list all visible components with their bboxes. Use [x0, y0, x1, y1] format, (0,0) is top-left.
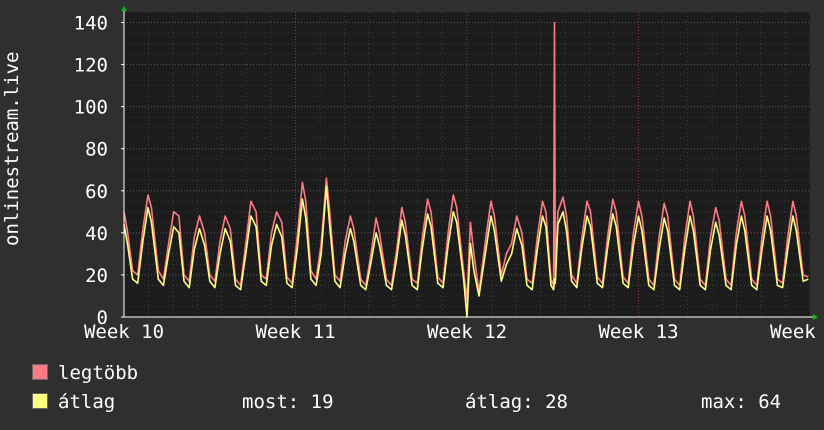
stat-now-label: most:: [242, 391, 300, 413]
y-axis-title: onlinestream.live: [1, 51, 23, 246]
stat-now-value: 19: [310, 391, 334, 413]
stat-avg-label: átlag:: [465, 391, 534, 413]
x-tick-label: Week 14: [770, 321, 824, 343]
y-tick-label: 120: [74, 55, 108, 77]
y-axis-arrow: [121, 6, 127, 11]
stat-avg-value: 28: [545, 391, 568, 413]
legend-label-avg: átlag: [58, 391, 116, 413]
x-tick-label: Week 11: [255, 321, 335, 343]
stat-max-value: 64: [758, 391, 782, 413]
legend-swatch-avg: [32, 393, 48, 409]
stat-avg: átlag: 28: [465, 391, 568, 413]
legend-item-avg: átlag: [32, 391, 115, 413]
y-tick-label: 20: [85, 265, 108, 287]
x-tick-label: Week 13: [598, 321, 678, 343]
legend-label-max: legtöbb: [58, 362, 139, 384]
stat-now: most: 19: [242, 391, 334, 413]
y-tick-label: 80: [85, 139, 108, 161]
legend-swatch-max: [32, 364, 48, 380]
x-axis-arrow: [813, 314, 818, 320]
stat-max: max: 64: [701, 391, 781, 413]
y-tick-label: 60: [85, 181, 108, 203]
y-tick-label: 40: [85, 223, 108, 245]
legend-item-max: legtöbb: [32, 362, 138, 384]
x-tick-label: Week 12: [427, 321, 507, 343]
y-tick-label: 100: [74, 97, 108, 119]
x-tick-label: Week 10: [84, 321, 164, 343]
y-tick-label: 140: [74, 13, 108, 35]
stat-max-label: max:: [701, 391, 747, 413]
